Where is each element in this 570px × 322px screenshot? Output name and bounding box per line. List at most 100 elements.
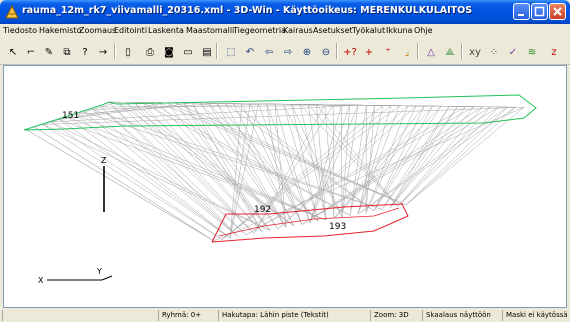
pan-left-button[interactable]: ⇦ bbox=[260, 42, 278, 60]
pan-right-button[interactable]: ⇨ bbox=[279, 42, 297, 60]
query-button[interactable]: ? bbox=[76, 42, 94, 60]
svg-text:◙: ◙ bbox=[164, 47, 174, 58]
add-vertex-icon: ⁺ bbox=[385, 47, 390, 58]
add-point-icon: + bbox=[365, 47, 373, 58]
move-button[interactable]: → bbox=[94, 42, 112, 60]
y-axis bbox=[101, 275, 113, 281]
menu-edit[interactable]: Editointi bbox=[114, 26, 147, 35]
undo-zoom-button[interactable]: ↶ bbox=[241, 42, 259, 60]
close-button[interactable] bbox=[549, 3, 566, 20]
query-icon: ? bbox=[82, 47, 87, 58]
menu-file[interactable]: Tiedosto bbox=[3, 26, 37, 35]
svg-text:⎙: ⎙ bbox=[146, 47, 154, 58]
svg-text:✎: ✎ bbox=[45, 47, 53, 58]
svg-text:⁺: ⁺ bbox=[385, 47, 390, 58]
svg-text:xy: xy bbox=[469, 47, 481, 58]
zoom-in-button[interactable]: ⊕ bbox=[298, 42, 316, 60]
print-icon: ⎙ bbox=[146, 47, 154, 58]
menu-calculation[interactable]: Laskenta bbox=[148, 26, 184, 35]
axis-y-label: Y bbox=[96, 267, 102, 276]
camera-button[interactable]: ◙ bbox=[160, 42, 178, 60]
add-vertex-button[interactable]: ⁺ bbox=[379, 42, 397, 60]
pan-right-icon: ⇨ bbox=[284, 47, 292, 58]
axis-z-label: Z bbox=[101, 156, 107, 165]
triangulate-button[interactable]: ⟁ bbox=[441, 42, 459, 60]
export-icon: ▤ bbox=[202, 47, 211, 58]
mesh-edge bbox=[150, 102, 263, 233]
copy-button[interactable]: ⧉ bbox=[58, 42, 76, 60]
coordinates-icon: xy bbox=[469, 47, 481, 58]
mesh-edge bbox=[221, 105, 392, 240]
menu-terrain-model[interactable]: Maastomalli bbox=[186, 26, 234, 35]
svg-text:⇦: ⇦ bbox=[265, 47, 273, 58]
label-151: 151 bbox=[62, 111, 79, 121]
mesh-edge bbox=[333, 105, 433, 219]
mesh-edge bbox=[389, 106, 475, 209]
menu-drilling[interactable]: Kairaus bbox=[283, 26, 313, 35]
export-button[interactable]: ▤ bbox=[198, 42, 216, 60]
zoom-out-icon: ⊖ bbox=[322, 47, 330, 58]
status-message bbox=[2, 310, 160, 321]
new-point-button[interactable]: ↖ bbox=[4, 42, 22, 60]
menu-window[interactable]: Ikkuna bbox=[386, 26, 412, 35]
3d-view[interactable]: 151 192 193 Z X Y bbox=[4, 66, 566, 307]
contour-button[interactable]: ≋ bbox=[523, 42, 541, 60]
app-icon bbox=[5, 5, 19, 19]
mesh-edge bbox=[245, 106, 475, 236]
menu-settings[interactable]: Asetukset bbox=[313, 26, 353, 35]
svg-text:⊖: ⊖ bbox=[322, 47, 330, 58]
mesh-edge bbox=[341, 104, 343, 218]
drawing-canvas[interactable]: 151 192 193 Z X Y bbox=[3, 65, 567, 308]
label-192: 192 bbox=[254, 205, 271, 215]
svg-text:⇨: ⇨ bbox=[284, 47, 292, 58]
elevation-button[interactable]: z bbox=[545, 42, 563, 60]
mesh-edge bbox=[92, 109, 239, 237]
mesh-edge bbox=[42, 124, 271, 231]
page-button[interactable]: ▯ bbox=[119, 42, 137, 60]
zoom-all-icon: ⬚ bbox=[226, 47, 235, 58]
svg-text:⌐: ⌐ bbox=[27, 47, 35, 58]
minimize-button[interactable] bbox=[513, 3, 530, 20]
zoom-all-button[interactable]: ⬚ bbox=[222, 42, 240, 60]
title-bar[interactable]: rauma_12m_rk7_viivamalli_20316.xml - 3D-… bbox=[0, 0, 570, 24]
print-button[interactable]: ⎙ bbox=[141, 42, 159, 60]
menu-zoom[interactable]: Zoomaus bbox=[79, 26, 116, 35]
grid-points-button[interactable]: ⁘ bbox=[485, 42, 503, 60]
move-icon: → bbox=[99, 47, 107, 58]
svg-text:+?: +? bbox=[343, 47, 357, 58]
label-193: 193 bbox=[329, 222, 346, 232]
menu-tools[interactable]: Työkalut bbox=[352, 26, 385, 35]
svg-text:?: ? bbox=[82, 47, 87, 58]
mesh-edge bbox=[357, 105, 400, 215]
zoom-out-button[interactable]: ⊖ bbox=[317, 42, 335, 60]
edit-icon: ✎ bbox=[45, 47, 53, 58]
add-point-button[interactable]: + bbox=[360, 42, 378, 60]
grid-points-icon: ⁘ bbox=[490, 47, 498, 58]
info-button[interactable]: +? bbox=[341, 42, 359, 60]
new-line-button[interactable]: ⌐ bbox=[22, 42, 40, 60]
window-title: rauma_12m_rk7_viivamalli_20316.xml - 3D-… bbox=[22, 5, 473, 16]
svg-text:z: z bbox=[551, 47, 556, 58]
mesh-edge bbox=[25, 129, 215, 242]
check-button[interactable]: ✓ bbox=[504, 42, 522, 60]
status-mask: Maski ei käytössä bbox=[502, 310, 570, 321]
edit-button[interactable]: ✎ bbox=[40, 42, 58, 60]
triangle-button[interactable]: △ bbox=[422, 42, 440, 60]
toolbar: ↖ ⌐ ✎ ⧉? → ▯ ⎙ ◙ ▭ ▤ ⬚ ↶ ⇦ ⇨ ⊕ ⊖ +? + ⁺ ⌟ △ ⟁ xy ⁘ ✓ ≋ z bbox=[0, 38, 570, 65]
status-group: Ryhmä: 0+ bbox=[158, 310, 220, 321]
mesh-edge bbox=[397, 106, 500, 207]
window-icon: ▭ bbox=[183, 47, 192, 58]
svg-text:↖: ↖ bbox=[9, 47, 17, 58]
maximize-button[interactable] bbox=[531, 3, 548, 20]
menu-road-geometry[interactable]: Tiegeometria bbox=[233, 26, 286, 35]
line-button[interactable]: ⌟ bbox=[398, 42, 416, 60]
menu-bar: Tiedosto Hakemisto Zoomaus Editointi Las… bbox=[0, 24, 570, 38]
svg-text:⧉: ⧉ bbox=[63, 47, 70, 58]
menu-directory[interactable]: Hakemisto bbox=[39, 26, 81, 35]
menu-help[interactable]: Ohje bbox=[414, 26, 433, 35]
coordinates-button[interactable]: xy bbox=[466, 42, 484, 60]
svg-text:▯: ▯ bbox=[125, 47, 131, 58]
svg-text:▤: ▤ bbox=[202, 47, 211, 58]
svg-text:→: → bbox=[99, 47, 107, 58]
window-button[interactable]: ▭ bbox=[179, 42, 197, 60]
